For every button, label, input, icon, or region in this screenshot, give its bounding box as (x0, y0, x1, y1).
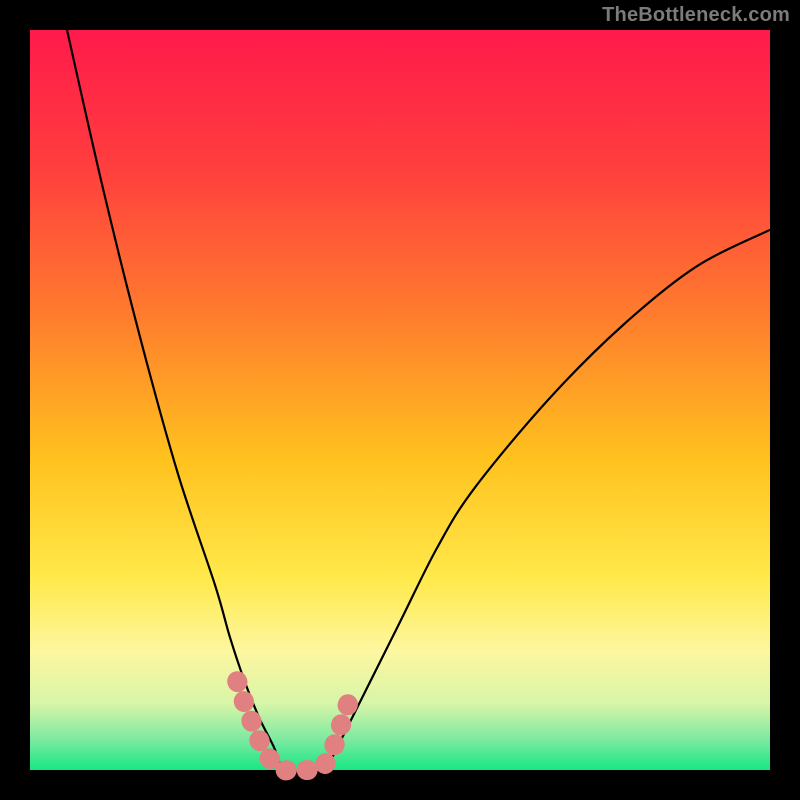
chart-frame: TheBottleneck.com (0, 0, 800, 800)
curve-right-branch (326, 230, 770, 770)
marker-pink-dots (237, 681, 348, 770)
curve-left-branch (67, 30, 282, 770)
chart-overlay (30, 30, 770, 770)
watermark-text: TheBottleneck.com (602, 4, 790, 27)
